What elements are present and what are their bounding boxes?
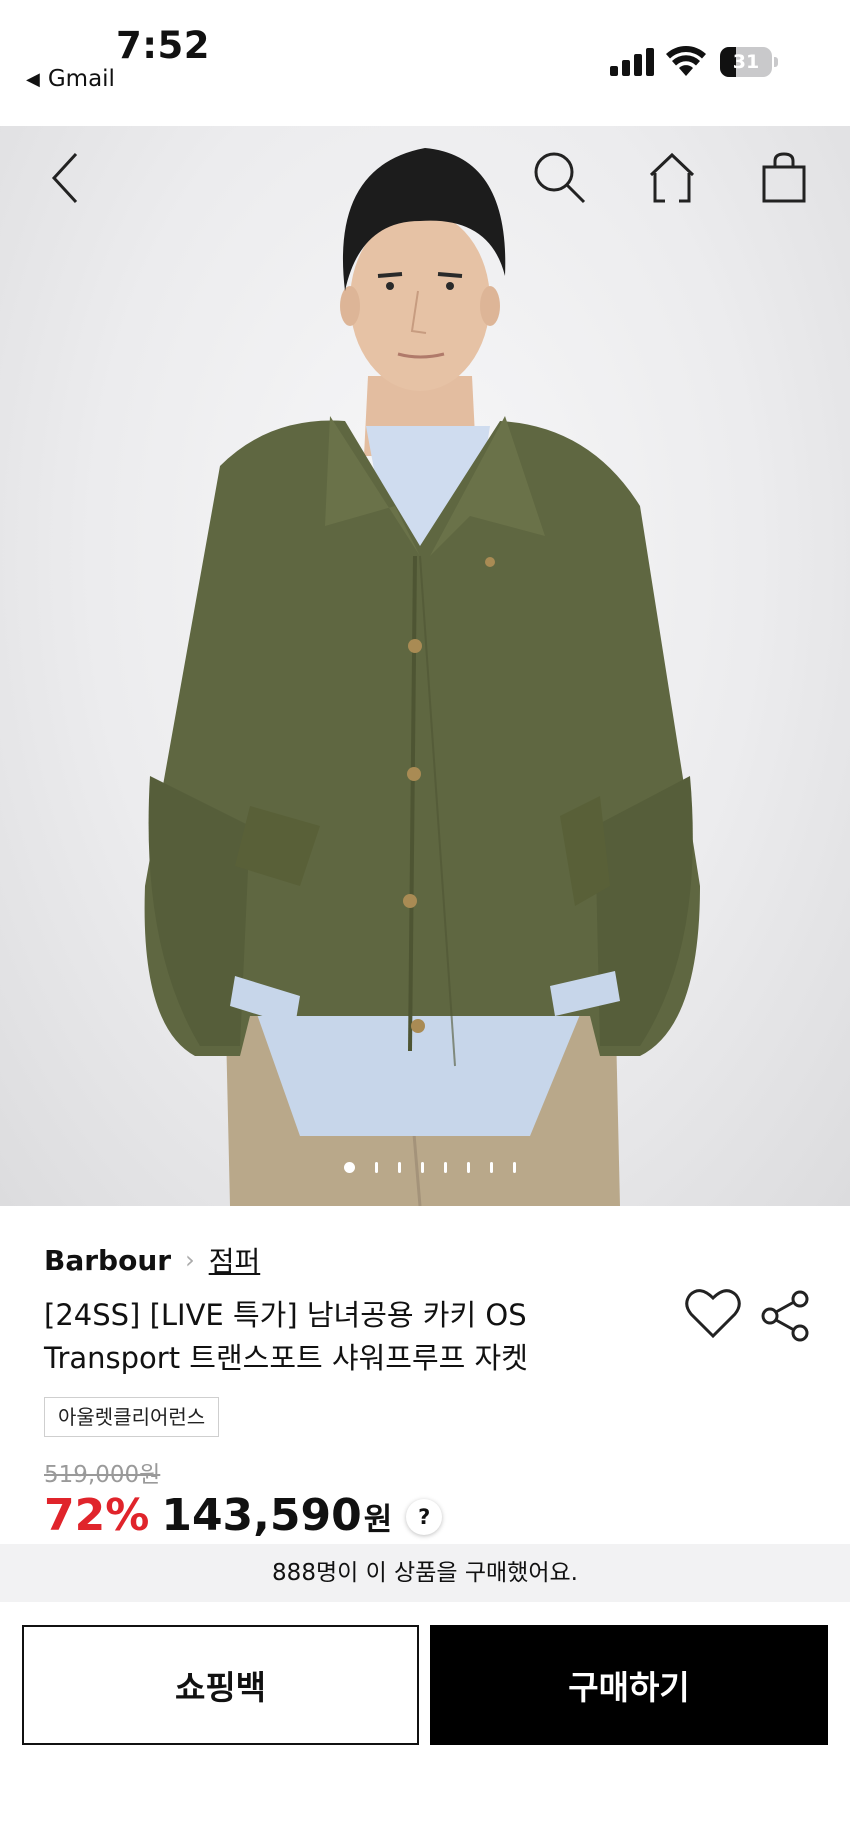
outlet-tag: 아울렛클리어런스: [44, 1397, 220, 1437]
category-link[interactable]: 점퍼: [209, 1240, 261, 1280]
home-icon: [649, 152, 695, 203]
heart-icon[interactable]: [684, 1286, 742, 1340]
product-photo: [144, 148, 701, 1206]
cellular-signal-icon: [610, 48, 654, 76]
back-button[interactable]: [36, 148, 96, 208]
price-row: 72% 143,590 원 ?: [44, 1490, 443, 1541]
buy-now-button[interactable]: 구매하기: [430, 1625, 828, 1745]
product-title-line: [24SS] [LIVE 특가] 남녀공용 카키 OS: [44, 1298, 527, 1332]
breadcrumb: Barbour › 점퍼: [44, 1240, 260, 1280]
chevron-left-icon: [51, 152, 78, 204]
search-button[interactable]: [530, 148, 590, 208]
original-price: 519,000원: [44, 1462, 161, 1488]
pagination-dot[interactable]: [444, 1161, 447, 1173]
product-title: [24SS] [LIVE 특가] 남녀공용 카키 OS Transport 트랜…: [44, 1294, 564, 1380]
battery-level: 31: [732, 51, 760, 73]
pagination-dot-active[interactable]: [344, 1161, 355, 1173]
cart-button[interactable]: [754, 148, 814, 208]
pagination-dot[interactable]: [490, 1161, 493, 1173]
sale-price: 143,590: [161, 1490, 362, 1541]
price-unit: 원: [363, 1502, 393, 1538]
pagination-dot[interactable]: [398, 1161, 401, 1173]
brand-link[interactable]: Barbour: [44, 1244, 171, 1277]
product-image[interactable]: [0, 126, 850, 1206]
back-triangle-icon: ◀: [26, 68, 40, 90]
chevron-right-icon: ›: [185, 1246, 195, 1274]
back-to-gmail[interactable]: ◀ Gmail: [26, 66, 115, 92]
status-bar: 7:52 ◀ Gmail 31: [0, 0, 850, 126]
pagination-dot[interactable]: [375, 1161, 378, 1173]
pagination-dot[interactable]: [421, 1161, 424, 1173]
back-app-label: Gmail: [47, 66, 115, 92]
battery-icon: 31: [720, 47, 778, 77]
image-pagination[interactable]: [0, 1159, 850, 1175]
product-title-line: Transport 트랜스포트 샤워프루프 자켓: [44, 1341, 528, 1375]
pagination-dot[interactable]: [467, 1161, 470, 1173]
pagination-dot[interactable]: [513, 1161, 516, 1173]
purchase-count-banner: 888명이 이 상품을 구매했어요.: [0, 1544, 850, 1602]
home-button[interactable]: [642, 148, 702, 208]
search-icon: [534, 152, 586, 204]
shopping-bag-icon: [762, 152, 806, 203]
clock: 7:52: [116, 24, 211, 67]
wifi-icon: [666, 46, 706, 76]
discount-rate: 72%: [44, 1490, 150, 1541]
add-to-bag-button[interactable]: 쇼핑백: [22, 1625, 419, 1745]
share-icon[interactable]: [760, 1290, 810, 1342]
price-help-button[interactable]: ?: [406, 1499, 443, 1535]
